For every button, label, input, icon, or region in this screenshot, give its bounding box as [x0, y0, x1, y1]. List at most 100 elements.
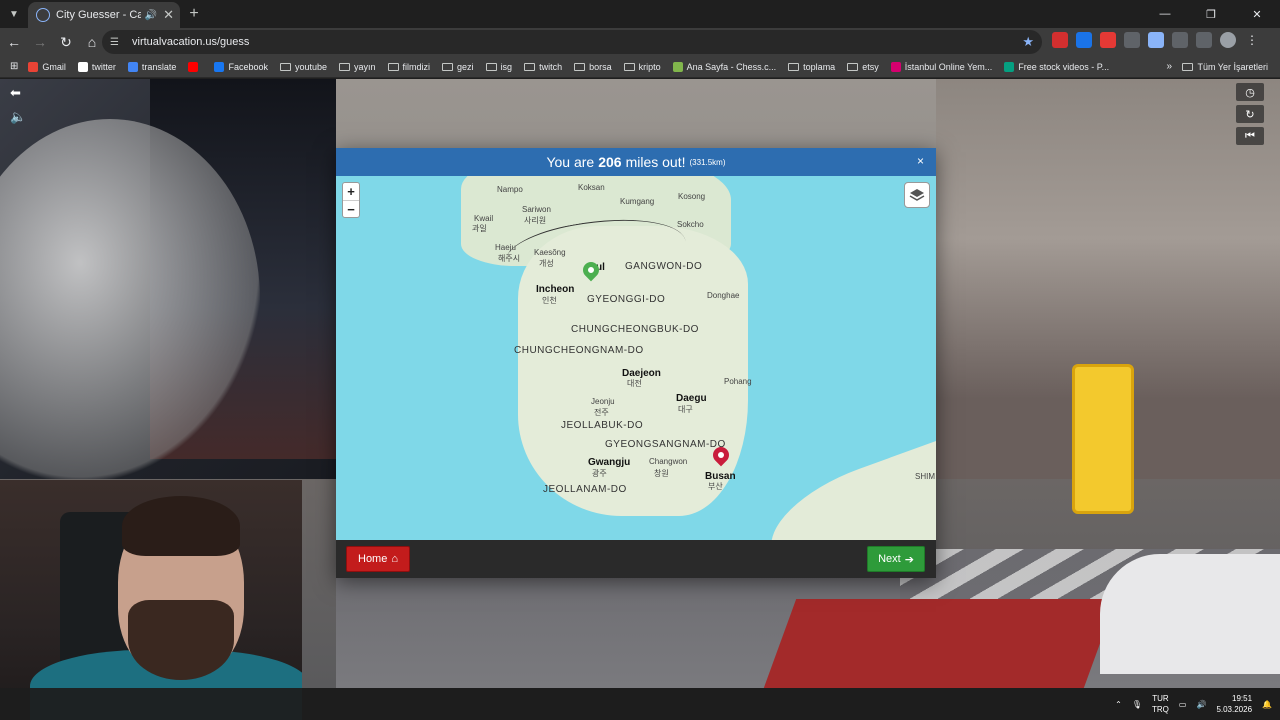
address-bar[interactable]: ☰ virtualvacation.us/guess ★: [102, 30, 1042, 54]
microphone-icon[interactable]: 🎙: [1132, 700, 1142, 709]
zoom-out-button[interactable]: −: [343, 200, 359, 217]
new-tab-button[interactable]: +: [180, 5, 208, 23]
bookmark-item[interactable]: isg: [485, 61, 513, 72]
folder-icon: [788, 62, 800, 71]
folder-icon: [1182, 62, 1194, 71]
skip-back-icon[interactable]: ⏮: [1236, 127, 1264, 145]
bookmarks-bar: ⊞ Gmail twitter translate Facebook youtube ya…: [0, 56, 1280, 78]
close-icon[interactable]: ✕: [1234, 0, 1280, 28]
speaker-icon[interactable]: 🔊: [145, 10, 157, 21]
bookmark-star-icon[interactable]: ★: [1022, 34, 1034, 50]
map-label: 과일: [472, 224, 487, 233]
restore-icon[interactable]: ❐: [1188, 0, 1234, 28]
yellow-sign: [1072, 364, 1134, 514]
distance-km: (331.5km): [689, 157, 726, 167]
bookmark-item[interactable]: Gmail: [28, 61, 66, 72]
bookmark-item[interactable]: translate: [127, 61, 177, 72]
bookmark-item[interactable]: kripto: [623, 61, 661, 72]
extension-icon[interactable]: [1100, 32, 1116, 48]
map-label: CHUNGCHEONGNAM-DO: [514, 345, 644, 356]
bookmark-label: Free stock videos - P...: [1018, 61, 1110, 72]
result-header: You are 206 miles out! (331.5km) ×: [336, 148, 936, 176]
bookmark-label: twitch: [539, 61, 563, 72]
refresh-icon[interactable]: ↻: [1236, 105, 1264, 123]
forward-icon[interactable]: →: [28, 30, 52, 54]
tab-close-icon[interactable]: ✕: [163, 7, 174, 23]
map-label: 대구: [678, 405, 693, 414]
bookmark-item[interactable]: borsa: [574, 62, 612, 72]
bookmark-label: toplama: [803, 61, 836, 72]
youtube-icon: [188, 61, 199, 72]
modal-footer: Home ⌂ Next ➔: [336, 540, 936, 578]
more-bookmarks-icon[interactable]: »: [1166, 61, 1172, 72]
extension-icon[interactable]: [1148, 32, 1164, 48]
globe-icon: [36, 8, 50, 22]
tray-overflow-icon[interactable]: ⌃: [1115, 700, 1122, 709]
more-menu-icon[interactable]: ⋮: [1244, 32, 1260, 48]
modal-close-icon[interactable]: ×: [917, 154, 924, 168]
extension-icon[interactable]: [1124, 32, 1140, 48]
map-label: Kosong: [678, 192, 706, 201]
bookmark-item[interactable]: Facebook: [214, 61, 268, 72]
translate-icon: [127, 61, 138, 72]
translate-extension-icon[interactable]: [1076, 32, 1092, 48]
bookmark-item[interactable]: toplama: [788, 62, 835, 72]
all-bookmarks-label: Tüm Yer İşaretleri: [1197, 61, 1268, 72]
bookmark-item[interactable]: yayın: [339, 62, 376, 72]
reload-icon[interactable]: ↻: [54, 30, 78, 54]
volume-icon[interactable]: 🔊: [1196, 700, 1206, 709]
map-label: 해주시: [498, 254, 521, 263]
bookmark-item[interactable]: İstanbul Online Yem...: [890, 61, 992, 72]
folder-icon: [387, 62, 399, 71]
back-icon[interactable]: ←: [2, 30, 26, 54]
bookmark-item[interactable]: filmdizi: [387, 62, 430, 72]
tab-strip: ▼ City Guesser - Can you gue 🔊 ✕ + — ❐ ✕: [0, 0, 1280, 28]
all-bookmarks-folder[interactable]: Tüm Yer İşaretleri: [1182, 62, 1268, 72]
active-tab[interactable]: City Guesser - Can you gue 🔊 ✕: [28, 2, 180, 28]
bookmark-label: translate: [141, 61, 177, 72]
zoom-in-button[interactable]: +: [343, 183, 359, 200]
home-button[interactable]: Home ⌂: [346, 546, 410, 572]
tab-search-button[interactable]: ▼: [0, 0, 28, 28]
language-indicator[interactable]: TUR TRQ: [1152, 693, 1169, 715]
folder-icon: [442, 62, 454, 71]
notification-icon[interactable]: 🔔: [1262, 700, 1272, 709]
minimize-icon[interactable]: —: [1142, 0, 1188, 28]
map-label: 대전: [627, 379, 642, 388]
bookmark-item[interactable]: gezi: [442, 62, 474, 72]
bookmark-item[interactable]: [188, 61, 202, 72]
back-arrow-icon[interactable]: ⬅: [10, 85, 26, 101]
layers-button[interactable]: [904, 182, 930, 208]
folder-icon: [485, 62, 497, 71]
network-icon[interactable]: ▭: [1179, 700, 1187, 709]
bookmark-item[interactable]: etsy: [847, 62, 879, 72]
bookmark-item[interactable]: twitter: [77, 61, 116, 72]
bookmark-label: borsa: [589, 61, 612, 72]
bookmark-item[interactable]: twitch: [524, 62, 562, 72]
clock[interactable]: 19:51 5.03.2026: [1216, 693, 1252, 715]
lang-top: TUR: [1152, 694, 1169, 703]
bookmark-label: kripto: [638, 61, 661, 72]
apps-grid-icon[interactable]: ⊞: [10, 61, 18, 72]
bookmark-label: Gmail: [42, 61, 66, 72]
next-button[interactable]: Next ➔: [867, 546, 925, 572]
bookmark-item[interactable]: Free stock videos - P...: [1004, 61, 1110, 72]
sound-icon[interactable]: 🔈: [10, 109, 26, 125]
bookmark-item[interactable]: youtube: [279, 62, 327, 72]
puzzle-icon[interactable]: [1172, 32, 1188, 48]
timer-icon[interactable]: ◷: [1236, 83, 1264, 101]
result-modal: You are 206 miles out! (331.5km) × Nampo…: [336, 148, 936, 578]
folder-icon: [339, 62, 351, 71]
home-icon[interactable]: ⌂: [80, 30, 104, 54]
site-info-icon[interactable]: ☰: [110, 37, 124, 48]
profile-avatar-icon[interactable]: [1220, 32, 1236, 48]
bookmark-label: isg: [500, 61, 513, 72]
yemek-icon: [890, 61, 901, 72]
bookmark-item[interactable]: Ana Sayfa - Chess.c...: [672, 61, 776, 72]
map-label: SHIM: [915, 472, 935, 481]
extension-icon[interactable]: [1052, 32, 1068, 48]
result-map[interactable]: Nampo Koksan Kumgang Kosong Sariwon 사리원 Kwail 과…: [336, 176, 936, 540]
chess-icon: [672, 61, 683, 72]
map-label: Donghae: [707, 291, 740, 300]
reading-list-icon[interactable]: [1196, 32, 1212, 48]
